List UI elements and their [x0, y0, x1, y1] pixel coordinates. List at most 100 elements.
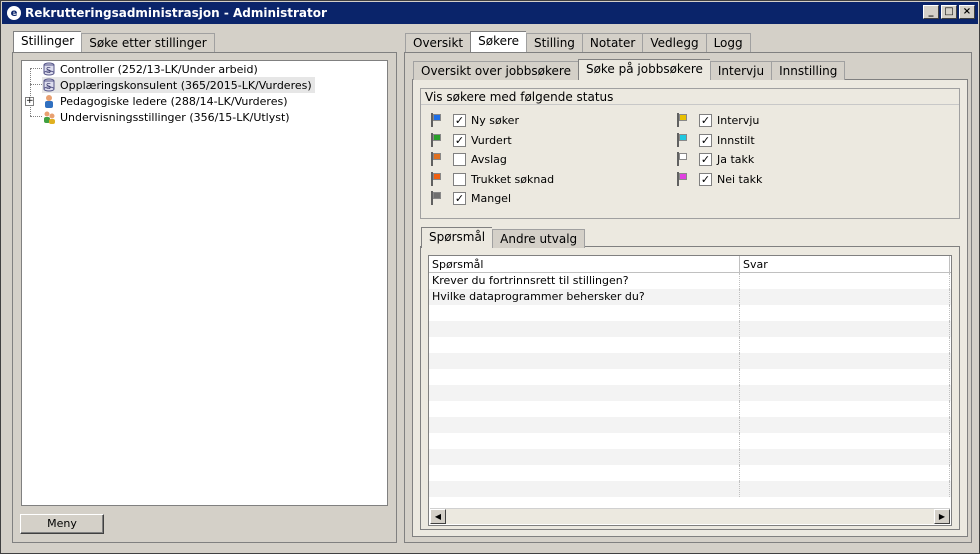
table-row[interactable]	[429, 385, 951, 401]
status-flag-icon	[677, 132, 688, 147]
table-row[interactable]: Hvilke dataprogrammer behersker du?	[429, 289, 951, 305]
left-tabs: Stillinger Søke etter stillinger	[13, 31, 215, 53]
tab-andre-utvalg[interactable]: Andre utvalg	[492, 229, 586, 248]
status-row-left-2[interactable]: Avslag	[431, 152, 561, 168]
status-label: Ja takk	[717, 153, 755, 166]
main-tabs: Oversikt Søkere Stilling Notater Vedlegg…	[405, 31, 751, 53]
status-checkbox[interactable]: ✓	[699, 133, 712, 147]
table-cell-question	[429, 353, 740, 369]
question-tabs: Spørsmål Andre utvalg	[421, 227, 586, 249]
table-cell-question	[429, 481, 740, 497]
tab-intervju[interactable]: Intervju	[709, 61, 772, 80]
status-flag-icon	[431, 171, 442, 186]
table-cell-answer	[740, 337, 950, 353]
table-cell-answer	[740, 433, 950, 449]
status-row-right-0[interactable]: ✓ Intervju	[677, 113, 807, 129]
tab-vedlegg[interactable]: Vedlegg	[642, 33, 706, 52]
status-row-left-0[interactable]: ✓ Ny søker	[431, 113, 561, 129]
table-cell-answer	[740, 417, 950, 433]
tab-stillinger[interactable]: Stillinger	[13, 31, 82, 52]
svg-text:S: S	[46, 66, 51, 75]
table-row[interactable]	[429, 321, 951, 337]
table-cell-question	[429, 305, 740, 321]
table-cell-question	[429, 321, 740, 337]
table-row[interactable]	[429, 465, 951, 481]
tree-item-undervisningsstillinger[interactable]: Undervisningsstillinger (356/15-LK/Utlys…	[42, 109, 290, 125]
status-label: Intervju	[717, 114, 760, 127]
tree-item-opplaeringskonsulent[interactable]: S Opplæringskonsulent (365/2015-LK/Vurde…	[42, 77, 315, 93]
status-label: Ny søker	[471, 114, 519, 127]
status-flag-icon	[677, 152, 688, 166]
status-label: Trukket søknad	[471, 172, 555, 186]
tab-sporsmal[interactable]: Spørsmål	[421, 227, 493, 248]
status-flag-icon	[431, 132, 442, 147]
status-label: Mangel	[471, 192, 512, 205]
tab-innstilling[interactable]: Innstilling	[771, 61, 846, 80]
table-row[interactable]	[429, 401, 951, 417]
table-row[interactable]	[429, 369, 951, 385]
table-cell-answer	[740, 353, 950, 369]
status-flag-icon	[431, 113, 442, 127]
status-flag-icon	[431, 152, 442, 166]
question-grid: Spørsmål Svar Krever du fortrinnsrett ti…	[428, 255, 952, 526]
title-bar: e Rekrutteringsadministrasjon - Administ…	[2, 2, 978, 24]
table-cell-answer	[740, 449, 950, 465]
sub-tabs: Oversikt over jobbsøkere Søke på jobbsøk…	[413, 59, 846, 81]
tab-soke-pa-jobbsokere[interactable]: Søke på jobbsøkere	[577, 59, 710, 80]
window-title: Rekrutteringsadministrasjon - Administra…	[25, 6, 327, 20]
status-checkbox[interactable]: ✓	[699, 114, 712, 127]
tree-item-pedagogiske-ledere[interactable]: + Pedagogiske ledere (288/14-LK/Vurderes…	[25, 93, 287, 109]
table-cell-question	[429, 369, 740, 385]
horizontal-scrollbar[interactable]: ◀ ▶	[430, 508, 950, 524]
table-row[interactable]	[429, 337, 951, 353]
tab-oversikt-over-jobbsokere[interactable]: Oversikt over jobbsøkere	[413, 61, 578, 80]
table-row[interactable]	[429, 417, 951, 433]
app-window: e Rekrutteringsadministrasjon - Administ…	[0, 0, 980, 554]
status-row-right-1[interactable]: ✓ Innstilt	[677, 132, 807, 149]
status-row-left-3[interactable]: Trukket søknad	[431, 171, 561, 188]
table-cell-answer	[740, 321, 950, 337]
table-row[interactable]: Krever du fortrinnsrett til stillingen?	[429, 273, 951, 289]
table-cell-answer	[740, 305, 950, 321]
column-header-svar[interactable]: Svar	[740, 256, 950, 272]
status-row-left-1[interactable]: ✓ Vurdert	[431, 132, 561, 149]
table-row[interactable]	[429, 481, 951, 497]
status-label: Avslag	[471, 153, 507, 166]
tab-logg[interactable]: Logg	[705, 33, 751, 52]
status-row-right-2[interactable]: ✓ Ja takk	[677, 152, 807, 168]
table-row[interactable]	[429, 353, 951, 369]
tab-oversikt[interactable]: Oversikt	[405, 33, 471, 52]
status-checkbox[interactable]: ✓	[453, 192, 466, 205]
status-checkbox[interactable]	[453, 172, 466, 186]
status-row-left-4[interactable]: ✓ Mangel	[431, 191, 561, 207]
status-row-right-3[interactable]: ✓ Nei takk	[677, 171, 807, 188]
column-header-sporsmal[interactable]: Spørsmål	[429, 256, 740, 272]
table-row[interactable]	[429, 449, 951, 465]
tab-soke-etter-stillinger[interactable]: Søke etter stillinger	[81, 33, 215, 52]
scroll-right-icon[interactable]: ▶	[934, 509, 950, 524]
table-row[interactable]	[429, 433, 951, 449]
status-checkbox[interactable]: ✓	[699, 172, 712, 186]
tab-notater[interactable]: Notater	[581, 33, 643, 52]
tree-item-controller[interactable]: S Controller (252/13-LK/Under arbeid)	[42, 61, 258, 77]
status-checkbox[interactable]: ✓	[699, 153, 712, 166]
minimize-button[interactable]: _	[923, 5, 939, 19]
group-icon	[42, 110, 56, 124]
table-row[interactable]	[429, 305, 951, 321]
table-cell-answer	[740, 273, 950, 289]
menu-button[interactable]: Meny	[20, 514, 104, 534]
maximize-button[interactable]: □	[941, 5, 957, 19]
tab-sokere[interactable]: Søkere	[470, 31, 527, 52]
table-cell-question	[429, 449, 740, 465]
table-cell-question: Hvilke dataprogrammer behersker du?	[429, 289, 740, 305]
scroll-left-icon[interactable]: ◀	[430, 509, 446, 524]
grid-header: Spørsmål Svar	[429, 256, 951, 273]
status-checkbox[interactable]: ✓	[453, 133, 466, 147]
close-button[interactable]: ×	[959, 5, 975, 19]
status-checkbox[interactable]: ✓	[453, 114, 466, 127]
table-cell-question	[429, 465, 740, 481]
expand-icon[interactable]: +	[25, 96, 34, 106]
status-checkbox[interactable]	[453, 153, 466, 166]
tab-stilling[interactable]: Stilling	[526, 33, 582, 52]
positions-tree: S Controller (252/13-LK/Under arbeid) S …	[21, 60, 388, 506]
